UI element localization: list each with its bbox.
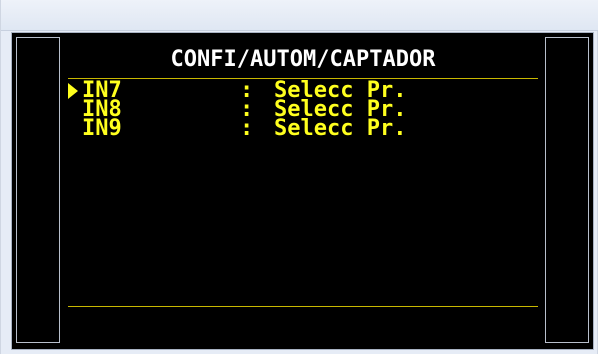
app-window: CONFI/AUTOM/CAPTADOR IN7 : Selecc Pr. IN…	[0, 0, 598, 354]
window-titlebar	[1, 0, 598, 31]
screen-title: CONFI/AUTOM/CAPTADOR	[170, 47, 436, 72]
left-softkey-panel[interactable]	[16, 37, 60, 343]
input-value: Selecc Pr.	[274, 116, 407, 141]
separator: :	[240, 116, 254, 141]
input-label: IN9	[82, 116, 122, 141]
right-softkey-panel[interactable]	[545, 37, 589, 343]
display-screen: CONFI/AUTOM/CAPTADOR IN7 : Selecc Pr. IN…	[11, 32, 594, 350]
selection-arrow-icon	[68, 83, 78, 99]
input-list: IN7 : Selecc Pr. IN8 : Selecc Pr. IN9 : …	[68, 80, 538, 141]
list-item-in9[interactable]: IN9 : Selecc Pr.	[68, 116, 538, 141]
footer-divider	[68, 306, 538, 307]
